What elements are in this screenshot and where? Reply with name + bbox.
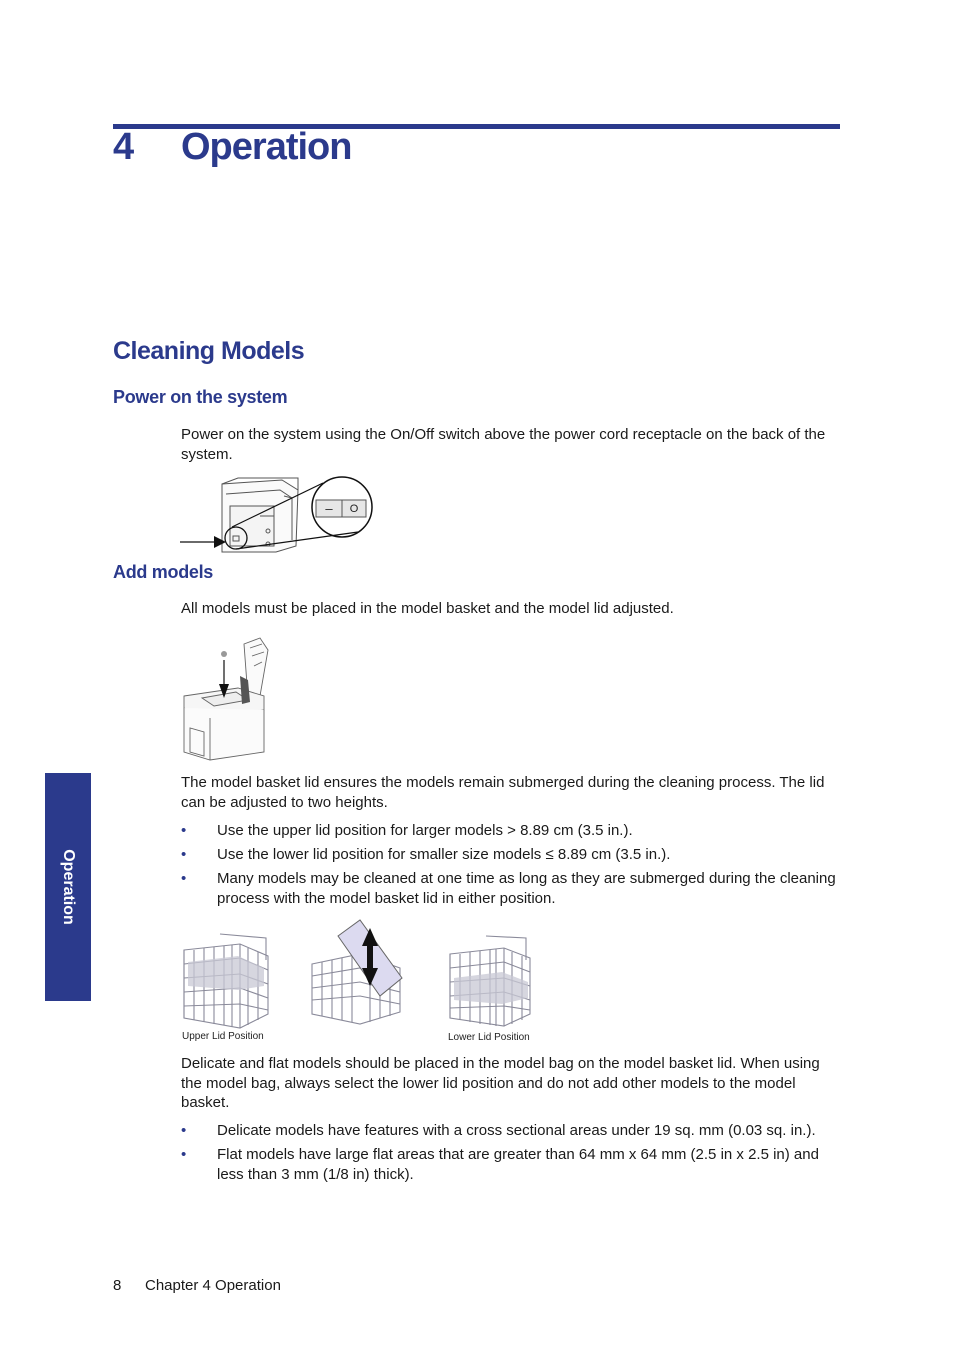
section-title: Cleaning Models (113, 337, 305, 365)
basket-upper-lid-figure (183, 933, 269, 1029)
power-on-text: Power on the system using the On/Off swi… (181, 426, 826, 463)
bullet-icon: • (181, 870, 187, 887)
side-chapter-tab: Operation (45, 773, 91, 1001)
switch-rocker (315, 499, 367, 518)
power-switch-figure: – O (180, 476, 373, 553)
bag-bullet-list: • Delicate models have features with a cr… (181, 1121, 841, 1189)
caption-lower-lid: Lower Lid Position (448, 1032, 530, 1043)
footer-chapter-label: Chapter 4 Operation (145, 1277, 281, 1294)
list-item: • Use the lower lid position for smaller … (181, 846, 671, 863)
bullet-icon: • (181, 846, 187, 863)
caption-upper-lid: Upper Lid Position (182, 1031, 264, 1042)
side-tab-label: Operation (60, 849, 77, 925)
lid-paragraph: The model basket lid ensures the models … (181, 774, 825, 811)
lid-bullet-list: • Use the upper lid position for larger m… (181, 821, 841, 913)
bullet-icon: • (181, 1146, 187, 1163)
list-item: • Many models may be cleaned at one time … (181, 870, 836, 907)
chapter-title: Operation (181, 126, 352, 168)
add-models-heading: Add models (113, 562, 214, 582)
list-item: • Delicate models have features with a cr… (181, 1122, 816, 1139)
switch-on-symbol: – (325, 501, 333, 516)
basket-lower-lid-figure (449, 935, 531, 1027)
switch-off-symbol: O (350, 503, 359, 515)
power-on-heading: Power on the system (113, 387, 288, 407)
list-item: • Use the upper lid position for larger m… (181, 822, 633, 839)
list-item: • Flat models have large flat areas that … (181, 1146, 819, 1183)
footer-page-number: 8 (113, 1277, 122, 1294)
bag-paragraph: Delicate and flat models should be place… (181, 1055, 820, 1111)
cleaner-open-lid-figure (183, 637, 269, 761)
add-models-text: All models must be placed in the model b… (181, 600, 674, 617)
bullet-icon: • (181, 822, 187, 839)
bullet-icon: • (181, 1122, 187, 1139)
basket-lid-adjust-figure (311, 919, 403, 1025)
chapter-number: 4 (113, 126, 134, 168)
